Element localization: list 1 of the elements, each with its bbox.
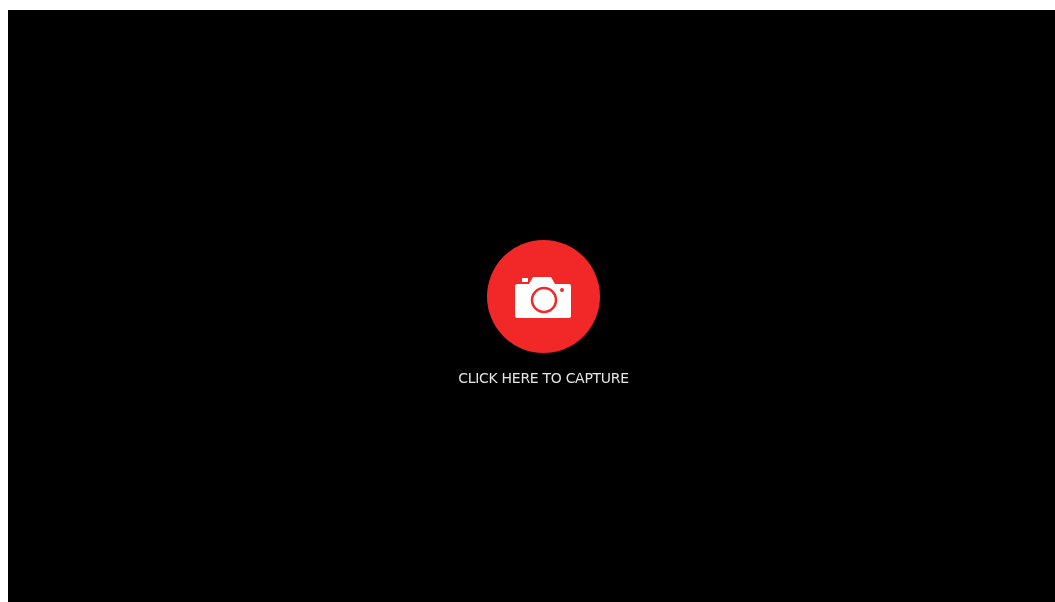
capture-label: CLICK HERE TO CAPTURE [458, 370, 629, 386]
